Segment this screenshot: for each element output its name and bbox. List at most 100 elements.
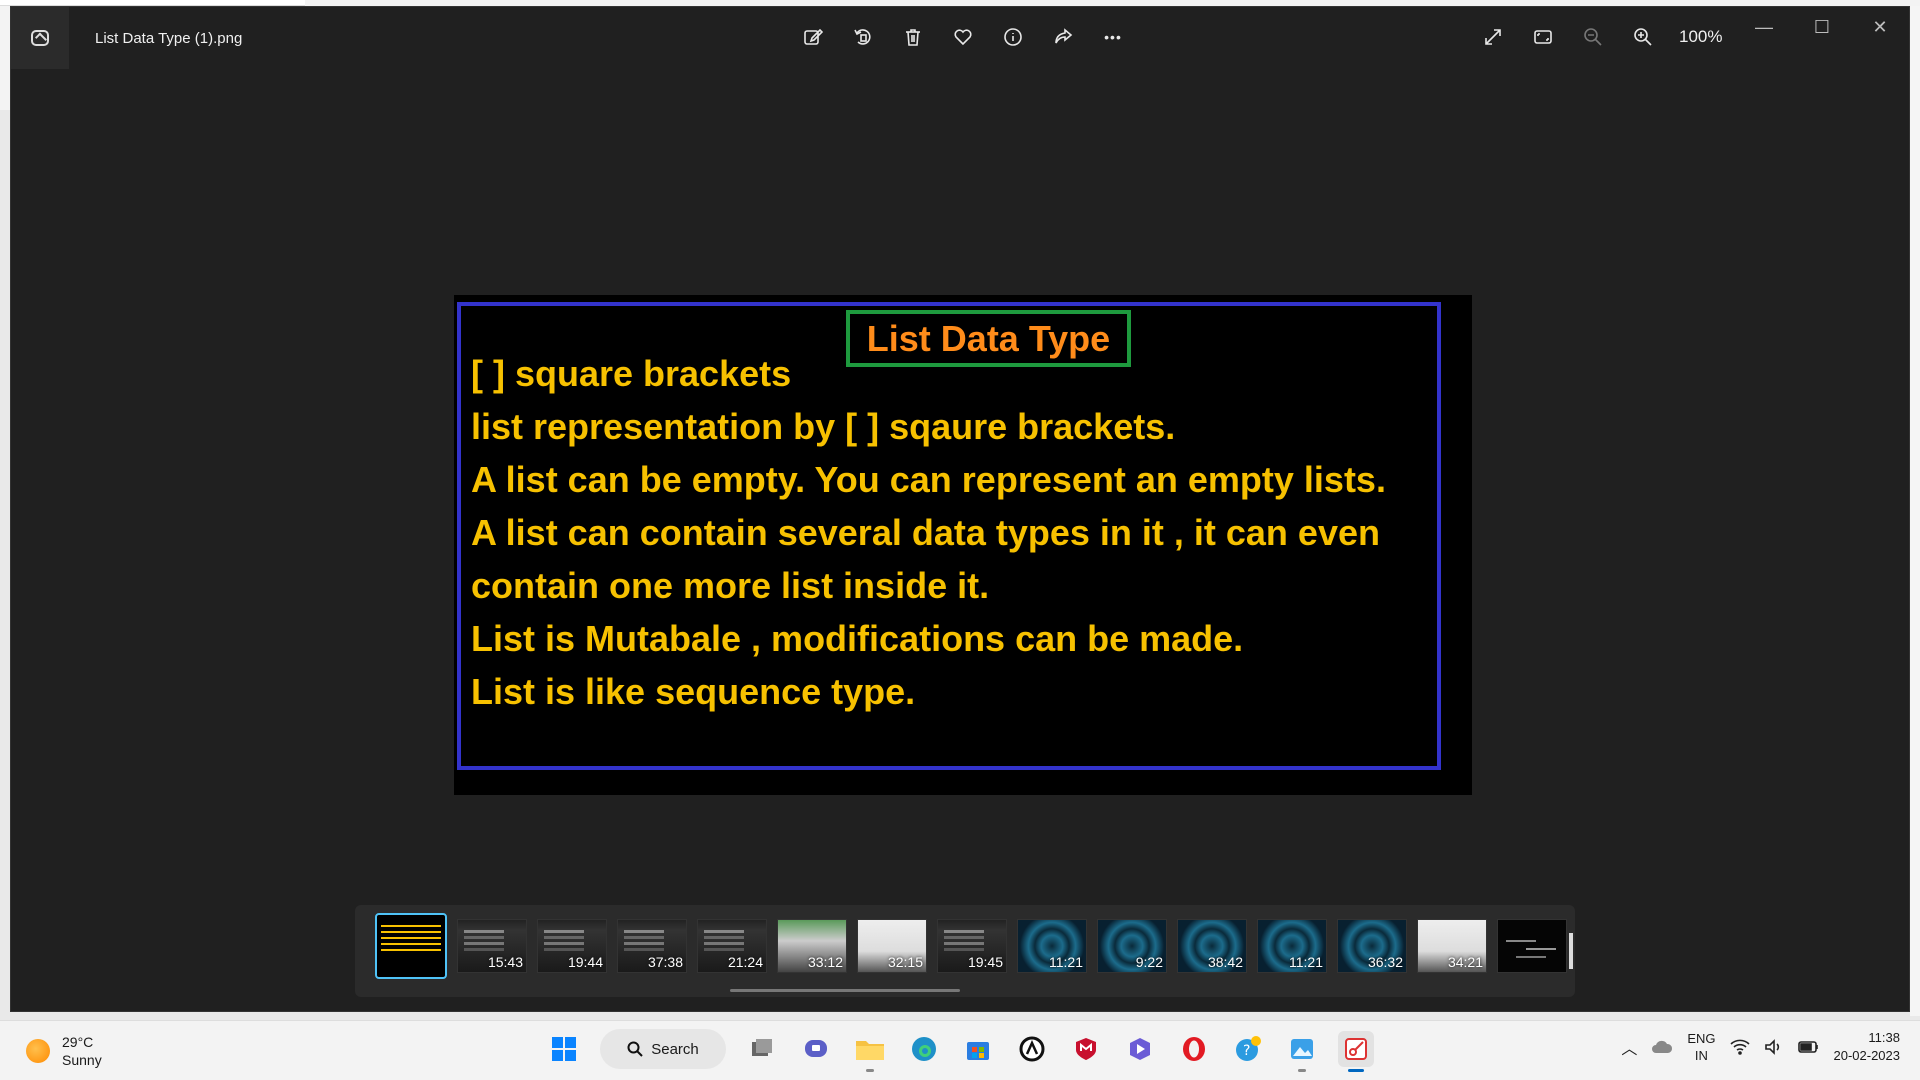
ms-store-button[interactable] bbox=[960, 1031, 996, 1067]
play-hex-icon bbox=[1130, 1038, 1150, 1060]
filmstrip-thumbnails: 15:43 19:44 37:38 21:24 33:12 32:15 19:4… bbox=[375, 913, 1567, 979]
info-icon bbox=[1004, 28, 1022, 46]
fit-window-button[interactable] bbox=[1529, 23, 1557, 51]
chat-icon bbox=[805, 1040, 827, 1057]
store-icon bbox=[967, 1042, 989, 1060]
thumbnail[interactable] bbox=[1497, 919, 1567, 973]
mcafee-icon bbox=[1076, 1038, 1096, 1060]
slide-line: List is Mutabale , modifications can be … bbox=[471, 618, 1244, 659]
taskbar-search[interactable]: Search bbox=[600, 1029, 726, 1069]
edit-icon bbox=[804, 28, 823, 45]
opera-button[interactable] bbox=[1176, 1031, 1212, 1067]
clock[interactable]: 11:38 20-02-2023 bbox=[1834, 1029, 1901, 1065]
edge-browser-button[interactable] bbox=[906, 1031, 942, 1067]
video-duration: 19:45 bbox=[967, 954, 1003, 970]
rotate-icon bbox=[854, 29, 871, 45]
thumbnail[interactable]: 9:22 bbox=[1097, 919, 1167, 973]
video-duration: 36:32 bbox=[1367, 954, 1403, 970]
teams-chat-button[interactable] bbox=[798, 1031, 834, 1067]
weather-text: 29°C Sunny bbox=[62, 1033, 102, 1069]
zoom-level[interactable]: 100% bbox=[1679, 27, 1727, 47]
thumbnail[interactable]: 32:15 bbox=[857, 919, 927, 973]
delete-icon bbox=[906, 29, 920, 46]
minimize-button[interactable]: — bbox=[1735, 7, 1793, 47]
battery-icon[interactable] bbox=[1797, 1040, 1820, 1054]
fullscreen-icon bbox=[1485, 29, 1501, 45]
zoom-in-button[interactable] bbox=[1629, 23, 1657, 51]
circle-app-icon bbox=[1019, 1036, 1045, 1062]
thumbnail[interactable]: 11:21 bbox=[1017, 919, 1087, 973]
share-button[interactable] bbox=[1049, 23, 1077, 51]
chevron-up-icon[interactable]: ︿ bbox=[1621, 1035, 1637, 1059]
info-button[interactable] bbox=[999, 23, 1027, 51]
slide-line: list representation by [ ] sqaure bracke… bbox=[471, 406, 1176, 447]
view-tools: 100% bbox=[1479, 23, 1727, 51]
mcafee-button[interactable] bbox=[1068, 1031, 1104, 1067]
video-app-button[interactable] bbox=[1122, 1031, 1158, 1067]
window-title: List Data Type (1).png bbox=[95, 29, 243, 47]
running-indicator bbox=[866, 1069, 874, 1072]
thumbnail[interactable]: 33:12 bbox=[777, 919, 847, 973]
more-button[interactable]: ••• bbox=[1099, 23, 1127, 51]
edit-button[interactable] bbox=[799, 23, 827, 51]
thumbnail[interactable]: 21:24 bbox=[697, 919, 767, 973]
maximize-button[interactable]: ☐ bbox=[1793, 7, 1851, 47]
app-icon-button[interactable] bbox=[11, 7, 69, 69]
opera-icon bbox=[1183, 1037, 1205, 1061]
weather-widget[interactable]: 29°C Sunny bbox=[26, 1033, 102, 1069]
photos-icon bbox=[1291, 1039, 1313, 1059]
sun-icon bbox=[26, 1039, 50, 1063]
thumbnail[interactable]: 11:21 bbox=[1257, 919, 1327, 973]
close-button[interactable]: ✕ bbox=[1851, 7, 1909, 47]
onedrive-icon[interactable] bbox=[1651, 1039, 1673, 1055]
thumbnail[interactable]: 19:45 bbox=[937, 919, 1007, 973]
task-view-icon bbox=[752, 1039, 772, 1056]
more-icon: ••• bbox=[1104, 29, 1122, 45]
thumbnail[interactable]: 36:32 bbox=[1337, 919, 1407, 973]
language-indicator[interactable]: ENG IN bbox=[1687, 1030, 1715, 1064]
thumbnail[interactable]: 34:21 bbox=[1417, 919, 1487, 973]
video-duration: 15:43 bbox=[487, 954, 523, 970]
thumbnail[interactable]: 38:42 bbox=[1177, 919, 1247, 973]
zoom-in-icon bbox=[1634, 28, 1652, 46]
photos-app-button[interactable] bbox=[1284, 1031, 1320, 1072]
thumbnail[interactable]: 19:44 bbox=[537, 919, 607, 973]
favorite-button[interactable] bbox=[949, 23, 977, 51]
zoom-out-button[interactable] bbox=[1579, 23, 1607, 51]
wifi-icon[interactable] bbox=[1729, 1039, 1750, 1055]
language-code: ENG bbox=[1687, 1031, 1716, 1046]
running-indicator bbox=[1348, 1069, 1364, 1072]
app-button[interactable] bbox=[1014, 1031, 1050, 1067]
photos-app-icon bbox=[31, 30, 49, 46]
file-explorer-button[interactable] bbox=[852, 1031, 888, 1072]
video-duration: 11:21 bbox=[1049, 954, 1083, 970]
volume-icon[interactable] bbox=[1764, 1039, 1784, 1055]
delete-button[interactable] bbox=[899, 23, 927, 51]
weather-temp: 29°C bbox=[62, 1034, 94, 1050]
slide-line: [ ] square brackets bbox=[471, 353, 792, 394]
rotate-button[interactable] bbox=[849, 23, 877, 51]
folder-icon bbox=[856, 1041, 884, 1060]
taskbar-apps: Search ? bbox=[546, 1029, 1374, 1072]
filmstrip-scrollbar[interactable] bbox=[730, 989, 960, 992]
background-panel bbox=[1910, 6, 1920, 1016]
thumbnail[interactable]: 37:38 bbox=[617, 919, 687, 973]
windows-icon bbox=[552, 1037, 576, 1061]
region-code: IN bbox=[1694, 1048, 1708, 1063]
slide-line: contain one more list inside it. bbox=[471, 565, 990, 606]
weather-desc: Sunny bbox=[62, 1052, 102, 1068]
start-button[interactable] bbox=[546, 1031, 582, 1067]
task-view-button[interactable] bbox=[744, 1031, 780, 1067]
help-button[interactable]: ? bbox=[1230, 1031, 1266, 1067]
slide-line: List is like sequence type. bbox=[471, 671, 916, 712]
video-duration: 21:24 bbox=[727, 954, 763, 970]
fit-window-icon bbox=[1534, 30, 1552, 44]
video-duration: 33:12 bbox=[807, 954, 843, 970]
share-icon bbox=[1055, 28, 1073, 44]
fullscreen-button[interactable] bbox=[1479, 23, 1507, 51]
snipping-tool-button[interactable] bbox=[1338, 1031, 1374, 1072]
thumbnail-current[interactable] bbox=[375, 913, 447, 979]
snipping-icon bbox=[1345, 1038, 1367, 1060]
thumbnail[interactable]: 15:43 bbox=[457, 919, 527, 973]
slide-body: [ ] square brackets list representation … bbox=[471, 347, 1441, 718]
